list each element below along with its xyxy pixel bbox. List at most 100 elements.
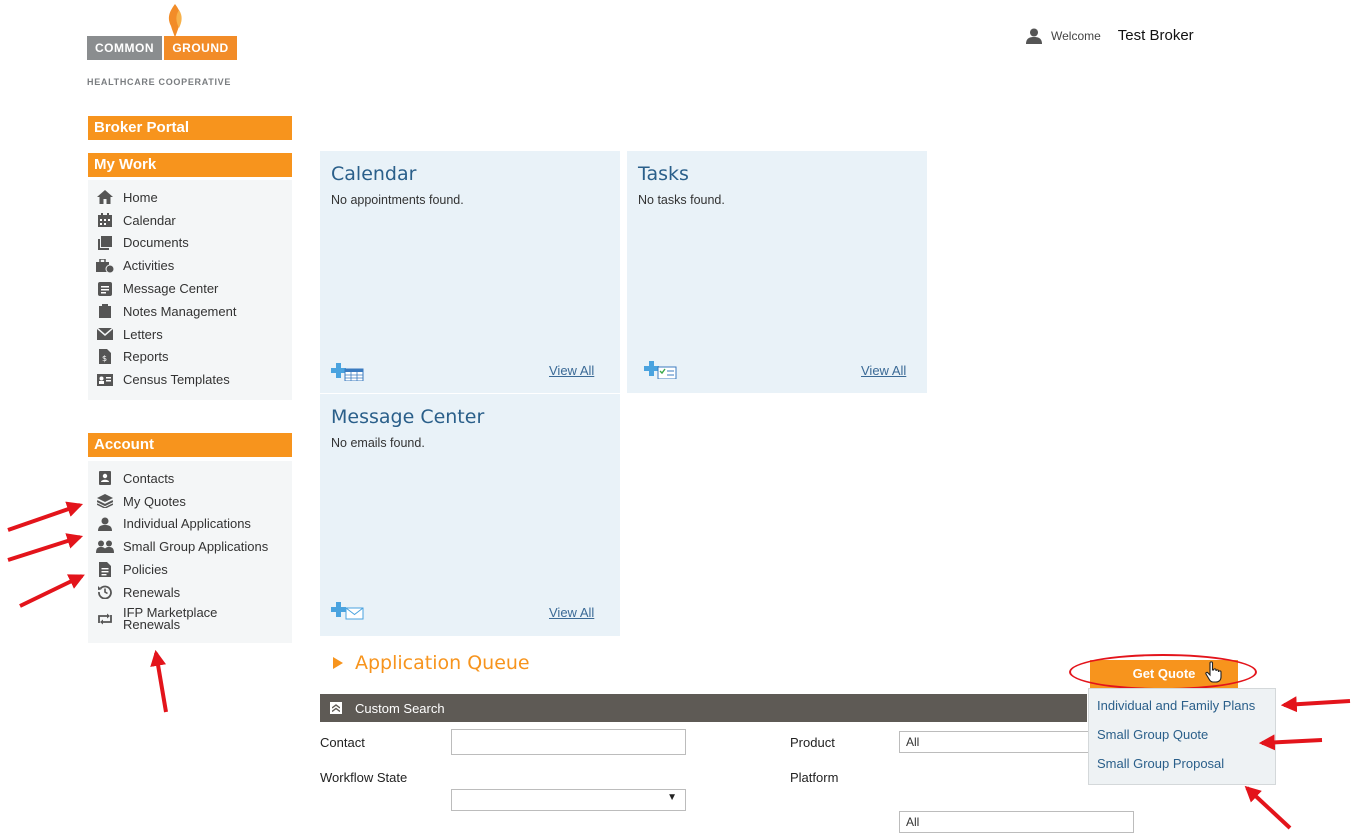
activities-icon (96, 258, 114, 274)
expand-triangle-icon (333, 657, 343, 669)
account-nav: Contacts My Quotes Individual Applicatio… (88, 461, 292, 643)
workflow-state-label: Workflow State (320, 770, 408, 785)
messages-view-all-link[interactable]: View All (549, 605, 594, 620)
users-icon (96, 539, 114, 555)
sidebar-item-label: Contacts (123, 470, 175, 486)
calendar-widget: Calendar No appointments found. View All (320, 151, 620, 393)
contact-icon (96, 470, 114, 486)
sidebar-item-label: Small Group Applications (123, 539, 269, 555)
collapse-icon[interactable] (330, 702, 342, 714)
annotation-arrow (150, 649, 168, 713)
application-queue-toggle[interactable]: Application Queue (333, 652, 530, 674)
sidebar-item-label: Notes Management (123, 303, 237, 319)
sidebar-item-label: Letters (123, 326, 163, 342)
tasks-widget: Tasks No tasks found. View All (627, 151, 927, 393)
sidebar-item-label: Calendar (123, 212, 176, 228)
menu-item-small-group-quote[interactable]: Small Group Quote (1089, 724, 1275, 753)
policy-icon (96, 562, 114, 578)
sidebar-item-letters[interactable]: Letters (96, 323, 292, 346)
sidebar-item-my-quotes[interactable]: My Quotes (96, 490, 292, 513)
tasks-empty-text: No tasks found. (638, 193, 725, 207)
sidebar-item-label: Message Center (123, 281, 219, 297)
my-work-header: My Work (88, 153, 292, 177)
calendar-widget-title: Calendar (331, 163, 417, 185)
my-work-nav: Home Calendar Documents Activities Messa… (88, 180, 292, 400)
application-queue-title: Application Queue (355, 652, 530, 674)
logo-subtitle: HEALTHCARE COOPERATIVE (87, 77, 232, 87)
tasks-view-all-link[interactable]: View All (861, 363, 906, 378)
message-icon (96, 281, 114, 297)
sidebar-item-contacts[interactable]: Contacts (96, 467, 292, 490)
message-center-widget-title: Message Center (331, 406, 485, 428)
calendar-empty-text: No appointments found. (331, 193, 464, 207)
sidebar-item-label: Reports (123, 349, 169, 365)
add-task-icon[interactable] (644, 361, 678, 379)
sidebar-item-label: IFP Marketplace Renewals (123, 604, 218, 632)
annotation-arrow (19, 574, 85, 608)
compose-email-icon[interactable] (331, 602, 365, 620)
broker-portal-header: Broker Portal (88, 116, 292, 140)
report-icon: $ (96, 349, 114, 365)
product-label: Product (790, 735, 835, 750)
sidebar-item-label: Individual Applications (123, 516, 251, 532)
user-icon (96, 516, 114, 532)
account-header: Account (88, 433, 292, 457)
history-icon (96, 584, 114, 600)
home-icon (96, 189, 114, 205)
sidebar-item-message-center[interactable]: Message Center (96, 277, 292, 300)
contact-input[interactable] (451, 729, 686, 755)
sidebar-item-activities[interactable]: Activities (96, 254, 292, 277)
messages-empty-text: No emails found. (331, 436, 425, 450)
sidebar-item-documents[interactable]: Documents (96, 232, 292, 255)
envelope-icon (96, 326, 114, 342)
sidebar-item-notes[interactable]: Notes Management (96, 300, 292, 323)
custom-search-bar[interactable]: Custom Search (320, 694, 1087, 722)
annotation-arrow (7, 533, 84, 562)
calendar-view-all-link[interactable]: View All (549, 363, 594, 378)
menu-item-individual-family-plans[interactable]: Individual and Family Plans (1089, 695, 1275, 724)
product-selected-value: All (906, 735, 920, 749)
id-card-icon (96, 372, 114, 388)
user-welcome: Welcome Test Broker (1026, 27, 1194, 44)
platform-label: Platform (790, 770, 839, 785)
sidebar-item-label: Activities (123, 258, 175, 274)
sidebar-item-label: Policies (123, 562, 168, 578)
welcome-label: Welcome (1051, 28, 1101, 43)
company-logo: COMMON GROUND HEALTHCARE COOPERATIVE (87, 4, 247, 94)
sidebar-item-ifp-marketplace-renewals[interactable]: IFP Marketplace Renewals (96, 604, 292, 634)
sidebar-item-home[interactable]: Home (96, 186, 292, 209)
user-name[interactable]: Test Broker (1118, 27, 1194, 44)
platform-selected-value: All (906, 815, 920, 829)
logo-word-right: GROUND (164, 36, 237, 60)
sidebar-item-label: My Quotes (123, 493, 186, 509)
platform-select[interactable]: All (899, 811, 1134, 833)
user-icon (1026, 28, 1042, 44)
clipboard-icon (96, 303, 114, 319)
sidebar-item-policies[interactable]: Policies (96, 558, 292, 581)
sidebar-item-label: Renewals (123, 584, 181, 600)
tasks-widget-title: Tasks (638, 163, 689, 185)
sidebar-item-label: Documents (123, 235, 189, 251)
add-calendar-icon[interactable] (331, 363, 365, 381)
message-center-widget: Message Center No emails found. View All (320, 394, 620, 636)
sidebar-item-individual-applications[interactable]: Individual Applications (96, 513, 292, 536)
sidebar-item-census[interactable]: Census Templates (96, 368, 292, 391)
logo-word-left: COMMON (87, 36, 162, 60)
sidebar-item-renewals[interactable]: Renewals (96, 581, 292, 604)
calendar-icon (96, 212, 114, 228)
product-select[interactable]: All (899, 731, 1089, 753)
annotation-ellipse (1069, 654, 1257, 690)
documents-icon (96, 235, 114, 251)
sidebar-item-small-group-applications[interactable]: Small Group Applications (96, 535, 292, 558)
annotation-arrow (7, 501, 84, 532)
annotation-arrow (1280, 696, 1351, 713)
sidebar-item-calendar[interactable]: Calendar (96, 209, 292, 232)
dropdown-arrow-icon: ▼ (667, 792, 677, 803)
retweet-icon (96, 611, 114, 627)
quote-dropdown-menu: Individual and Family Plans Small Group … (1088, 688, 1276, 785)
sidebar-item-reports[interactable]: $ Reports (96, 346, 292, 369)
contact-label: Contact (320, 735, 365, 750)
workflow-state-select[interactable]: ▼ (451, 789, 686, 811)
menu-item-small-group-proposal[interactable]: Small Group Proposal (1089, 753, 1275, 782)
svg-text:$: $ (102, 354, 107, 363)
